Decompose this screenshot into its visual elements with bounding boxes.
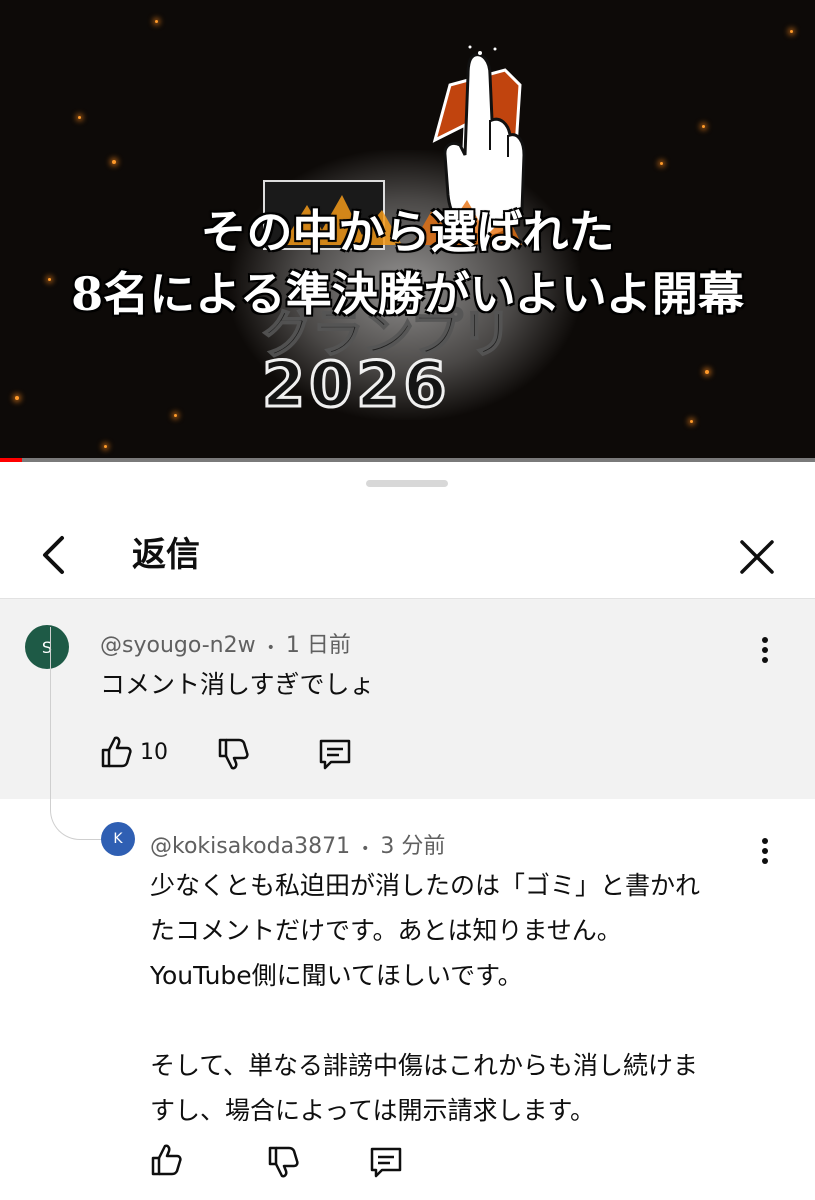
dislike-button[interactable]: [215, 734, 251, 774]
thumbs-up-icon: [151, 1144, 182, 1176]
reply-text: 少なくとも私迫田が消したのは「ゴミ」と書かれ たコメントだけです。あとは知りませ…: [150, 863, 790, 1133]
comment-text: コメント消しすぎでしょ: [100, 670, 375, 699]
thumbs-down-icon: [218, 738, 249, 770]
replies-panel: 返信 S @syougo-n2w • 1 日前 コメント消しすぎでしょ 10 K…: [0, 462, 815, 1200]
video-player[interactable]: グランプリ 2026 その中から選ばれた 8名による準決勝がいよいよ開幕: [0, 0, 815, 462]
thumbs-up-icon: [101, 736, 132, 768]
video-caption-line1: その中から選ばれた: [200, 205, 615, 259]
more-options-icon[interactable]: [747, 632, 783, 668]
like-count: 10: [140, 739, 168, 765]
chevron-left-icon[interactable]: [30, 530, 80, 580]
ember-particle: [78, 116, 81, 119]
dislike-button[interactable]: [265, 1142, 301, 1182]
parent-comment: S @syougo-n2w • 1 日前 コメント消しすぎでしょ 10: [0, 599, 815, 799]
reply-text-line: たコメントだけです。あとは知りません。: [150, 916, 622, 945]
ember-particle: [15, 396, 19, 400]
avatar[interactable]: K: [101, 822, 135, 856]
reply-comment-icon: [370, 1147, 402, 1178]
panel-header: 返信: [0, 512, 815, 599]
reply-time: 3 分前: [380, 834, 446, 859]
reply-button[interactable]: [368, 1142, 404, 1182]
ember-particle: [104, 445, 107, 448]
ember-particle: [112, 160, 116, 164]
ember-particle: [660, 162, 663, 165]
comment-author[interactable]: @syougo-n2w: [100, 633, 256, 658]
reply-button[interactable]: [317, 734, 353, 774]
like-button[interactable]: [148, 1140, 184, 1180]
meta-separator: •: [266, 640, 275, 656]
comment-meta: @syougo-n2w • 1 日前: [100, 627, 351, 659]
panel-title: 返信: [132, 535, 200, 575]
reply-author[interactable]: @kokisakoda3871: [150, 834, 350, 859]
close-icon[interactable]: [730, 530, 784, 584]
ember-particle: [790, 30, 793, 33]
like-button[interactable]: 10: [98, 732, 168, 772]
reply-comment-icon: [319, 739, 351, 770]
meta-separator: •: [361, 841, 370, 857]
reply-meta: @kokisakoda3871 • 3 分前: [150, 828, 445, 860]
avatar-letter: K: [113, 831, 123, 847]
video-caption-line2: 8名による準決勝がいよいよ開幕: [71, 267, 744, 321]
drag-handle[interactable]: [366, 480, 448, 487]
reply-text-line: [150, 998, 790, 1043]
reply-text-line: YouTube側に聞いてほしいです。: [150, 961, 523, 990]
logo-year-text: 2026: [261, 347, 451, 423]
reply-text-line: すし、場合によっては開示請求します。: [150, 1096, 596, 1125]
ember-particle: [702, 125, 705, 128]
ember-particle: [705, 370, 709, 374]
thread-connector-line: [50, 627, 103, 840]
ember-particle: [174, 414, 177, 417]
thumbs-down-icon: [268, 1146, 299, 1178]
ember-particle: [155, 20, 158, 23]
ember-particle: [690, 420, 693, 423]
reply-text-line: 少なくとも私迫田が消したのは「ゴミ」と書かれ: [150, 871, 701, 900]
reply-text-line: そして、単なる誹謗中傷はこれからも消し続けま: [150, 1051, 699, 1080]
comment-time: 1 日前: [285, 633, 351, 658]
